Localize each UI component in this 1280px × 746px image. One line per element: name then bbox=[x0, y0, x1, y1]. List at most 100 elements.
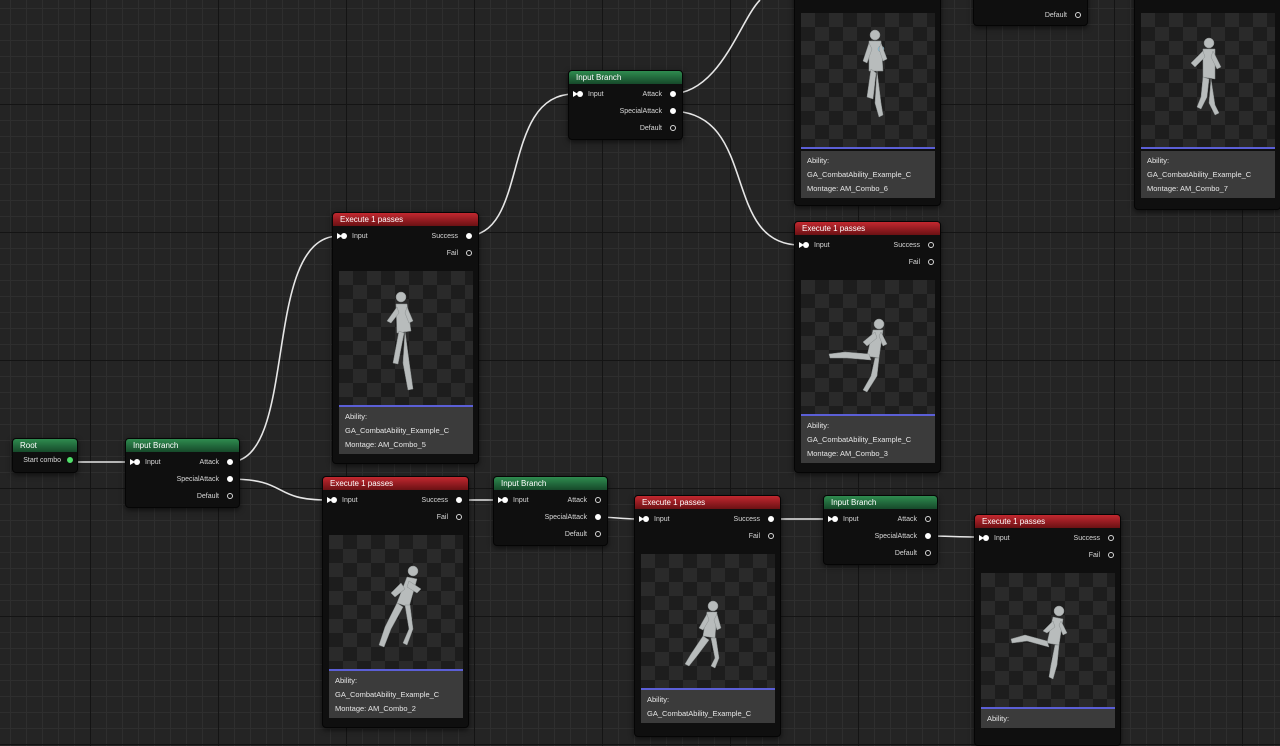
output-pin-default[interactable]: Default bbox=[954, 7, 1087, 24]
output-pin-icon[interactable] bbox=[456, 497, 462, 503]
character-pose-preview bbox=[981, 573, 1115, 709]
output-pin-icon[interactable] bbox=[925, 516, 931, 522]
output-pin-icon[interactable] bbox=[670, 91, 676, 97]
character-pose-preview bbox=[1141, 13, 1275, 149]
output-pin-icon[interactable] bbox=[595, 514, 601, 520]
output-pin-icon[interactable] bbox=[670, 125, 676, 131]
output-pin-icon[interactable] bbox=[768, 516, 774, 522]
output-pin-icon[interactable] bbox=[227, 493, 233, 499]
output-pin-default[interactable]: Default bbox=[569, 120, 682, 137]
execute-node-combo2[interactable]: Execute 1 passes Input Success Fail Abil… bbox=[322, 476, 469, 728]
output-pin-icon[interactable] bbox=[227, 476, 233, 482]
output-pin-success[interactable]: Success bbox=[323, 492, 468, 509]
output-pin-success[interactable]: Success bbox=[635, 511, 780, 528]
pin-label: Attack bbox=[642, 91, 662, 98]
output-pin-icon[interactable] bbox=[227, 459, 233, 465]
output-pin-icon[interactable] bbox=[466, 233, 472, 239]
pin-label: Start combo bbox=[23, 457, 61, 464]
output-pin-special-attack[interactable]: SpecialAttack bbox=[494, 509, 607, 526]
output-pin-special-attack[interactable]: SpecialAttack bbox=[126, 471, 239, 488]
character-pose-preview bbox=[801, 280, 935, 416]
output-pin-start-combo[interactable]: Start combo bbox=[13, 452, 77, 469]
wire-exec-combo5-success-to-branch-b bbox=[465, 93, 575, 237]
output-pin-success[interactable]: Success bbox=[975, 530, 1120, 547]
input-branch-node-top[interactable]: Default bbox=[973, 0, 1088, 26]
node-title: Input Branch bbox=[494, 477, 607, 490]
pin-label: Attack bbox=[567, 497, 587, 504]
output-pin-icon[interactable] bbox=[928, 259, 934, 265]
output-pin-default[interactable]: Default bbox=[494, 526, 607, 543]
montage-name: Montage: AM_Combo_6 bbox=[807, 184, 888, 193]
pin-label: Fail bbox=[1088, 552, 1100, 559]
root-node[interactable]: Root Start combo bbox=[12, 438, 78, 473]
execute-node-right[interactable]: Execute 1 passes Input Success Fail Abil… bbox=[974, 514, 1121, 746]
node-title: Execute 1 passes bbox=[635, 496, 780, 509]
pin-label: Attack bbox=[897, 516, 917, 523]
output-pin-special-attack[interactable]: SpecialAttack bbox=[569, 103, 682, 120]
output-pin-icon[interactable] bbox=[595, 531, 601, 537]
execute-node-combo7[interactable]: Ability: GA_CombatAbility_Example_C Mont… bbox=[1134, 0, 1280, 210]
output-pin-attack[interactable]: Attack bbox=[569, 86, 682, 103]
montage-name: Montage: AM_Combo_5 bbox=[345, 440, 426, 449]
pin-label: SpecialAttack bbox=[176, 476, 219, 483]
node-title: Execute 1 passes bbox=[333, 213, 478, 226]
ability-label: Ability: bbox=[345, 412, 368, 421]
output-pin-success[interactable]: Success bbox=[333, 228, 478, 245]
output-pin-fail[interactable]: Fail bbox=[323, 509, 468, 526]
output-pin-default[interactable]: Default bbox=[126, 488, 239, 505]
execute-node-mid[interactable]: Execute 1 passes Input Success Fail Abil… bbox=[634, 495, 781, 737]
ability-class: GA_CombatAbility_Example_C bbox=[807, 170, 912, 179]
pin-label: Fail bbox=[908, 259, 920, 266]
character-pose-preview bbox=[641, 554, 775, 690]
pin-label: SpecialAttack bbox=[544, 514, 587, 521]
ability-label: Ability: bbox=[1147, 156, 1170, 165]
execute-node-combo6[interactable]: Ability: GA_CombatAbility_Example_C Mont… bbox=[794, 0, 941, 206]
output-pin-success[interactable]: Success bbox=[795, 237, 940, 254]
output-pin-icon[interactable] bbox=[768, 533, 774, 539]
pin-label: Default bbox=[894, 550, 917, 557]
ability-class: GA_CombatAbility_Example_C bbox=[1147, 170, 1252, 179]
output-pin-attack[interactable]: Attack bbox=[494, 492, 607, 509]
output-pin-icon[interactable] bbox=[670, 108, 676, 114]
character-pose-preview bbox=[801, 13, 935, 149]
ability-label: Ability: bbox=[335, 676, 358, 685]
ability-class: GA_CombatAbility_Example_C bbox=[647, 709, 752, 718]
input-branch-node-d[interactable]: Input Branch Input Attack SpecialAttack … bbox=[823, 495, 938, 565]
input-branch-node-c[interactable]: Input Branch Input Attack SpecialAttack … bbox=[493, 476, 608, 546]
ability-class: GA_CombatAbility_Example_C bbox=[335, 690, 440, 699]
output-pin-attack[interactable]: Attack bbox=[824, 511, 937, 528]
output-pin-icon[interactable] bbox=[466, 250, 472, 256]
node-title: Input Branch bbox=[824, 496, 937, 509]
execute-node-combo5[interactable]: Execute 1 passes Input Success Fail Abil… bbox=[332, 212, 479, 464]
pin-label: Success bbox=[893, 242, 920, 249]
input-branch-node-b[interactable]: Input Branch Input Attack SpecialAttack … bbox=[568, 70, 683, 140]
ability-info: Ability: GA_CombatAbility_Example_C Mont… bbox=[801, 151, 935, 198]
montage-name: Montage: AM_Combo_2 bbox=[335, 704, 416, 713]
output-pin-icon[interactable] bbox=[1108, 552, 1114, 558]
ability-info: Ability: GA_CombatAbility_Example_C Mont… bbox=[1141, 151, 1275, 198]
ability-info: Ability: GA_CombatAbility_Example_C Mont… bbox=[339, 407, 473, 454]
output-pin-icon[interactable] bbox=[1108, 535, 1114, 541]
output-pin-icon[interactable] bbox=[925, 533, 931, 539]
output-pin-icon[interactable] bbox=[1075, 12, 1081, 18]
output-pin-fail[interactable]: Fail bbox=[333, 245, 478, 262]
output-pin-icon[interactable] bbox=[595, 497, 601, 503]
output-pin-special-attack[interactable]: SpecialAttack bbox=[824, 528, 937, 545]
output-pin-fail[interactable]: Fail bbox=[635, 528, 780, 545]
output-pin-icon[interactable] bbox=[925, 550, 931, 556]
execute-node-combo3[interactable]: Execute 1 passes Input Success Fail Abil… bbox=[794, 221, 941, 473]
ability-label: Ability: bbox=[807, 156, 830, 165]
output-pin-attack[interactable]: Attack bbox=[126, 454, 239, 471]
input-branch-node-a[interactable]: Input Branch Input Attack SpecialAttack … bbox=[125, 438, 240, 508]
montage-name: Montage: AM_Combo_7 bbox=[1147, 184, 1228, 193]
ability-class: GA_CombatAbility_Example_C bbox=[807, 435, 912, 444]
ability-info: Ability: GA_CombatAbility_Example_C Mont… bbox=[329, 671, 463, 718]
output-pin-default[interactable]: Default bbox=[824, 545, 937, 562]
output-pin-fail[interactable]: Fail bbox=[975, 547, 1120, 564]
output-pin-fail[interactable]: Fail bbox=[795, 254, 940, 271]
output-pin-icon[interactable] bbox=[67, 457, 73, 463]
output-pin-icon[interactable] bbox=[456, 514, 462, 520]
pin-label: Success bbox=[431, 233, 458, 240]
ability-info: Ability: bbox=[981, 709, 1115, 728]
output-pin-icon[interactable] bbox=[928, 242, 934, 248]
